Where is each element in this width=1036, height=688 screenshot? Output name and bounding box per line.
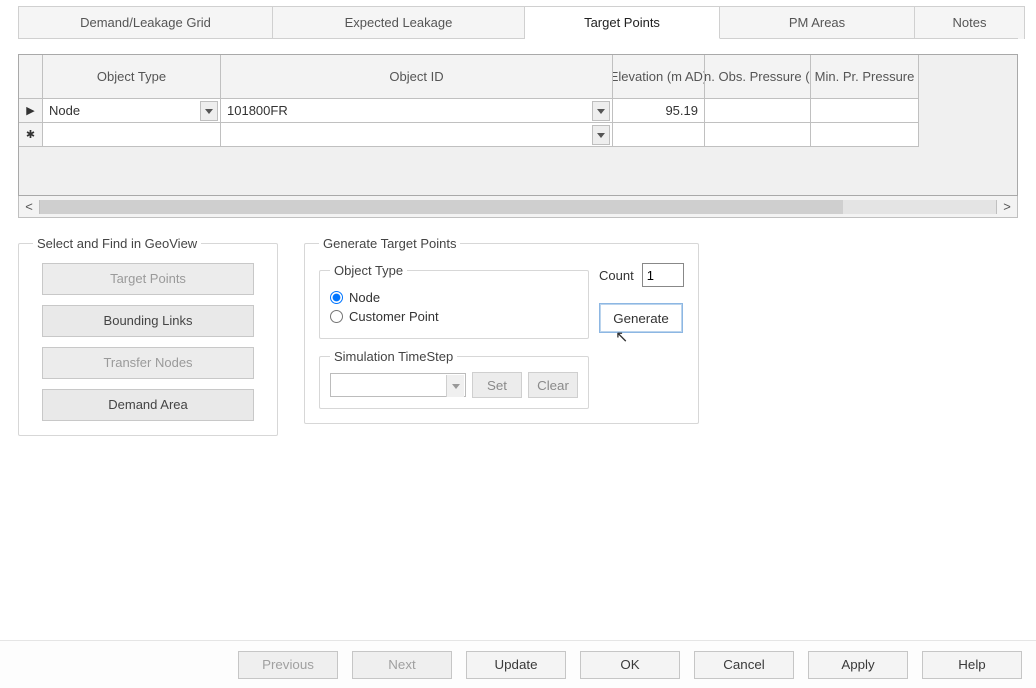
simulation-timestep-legend: Simulation TimeStep (330, 349, 457, 364)
dropdown-icon[interactable] (592, 101, 610, 121)
radio-node-label: Node (349, 290, 380, 305)
demand-area-button[interactable]: Demand Area (42, 389, 254, 421)
dropdown-icon[interactable] (446, 375, 464, 397)
table-row[interactable]: ▶ Node 101800FR 95.19 (19, 99, 1017, 123)
count-label: Count (599, 268, 634, 283)
grid-hscrollbar[interactable]: < > (18, 196, 1018, 218)
row-indicator-current-icon: ▶ (19, 99, 43, 123)
next-button: Next (352, 651, 452, 679)
help-button[interactable]: Help (922, 651, 1022, 679)
target-points-grid: Object Type Object ID Elevation (m AD) M… (18, 54, 1018, 218)
generate-button[interactable]: Generate (599, 303, 683, 333)
grid-header-object-id[interactable]: Object ID (221, 55, 613, 99)
dropdown-icon[interactable] (200, 101, 218, 121)
geoview-legend: Select and Find in GeoView (33, 236, 201, 251)
table-row-new[interactable]: ✱ (19, 123, 1017, 147)
tab-notes[interactable]: Notes (915, 6, 1025, 39)
tab-pm-areas[interactable]: PM Areas (720, 6, 915, 39)
dropdown-icon[interactable] (592, 125, 610, 145)
geoview-group: Select and Find in GeoView Target Points… (18, 236, 278, 436)
cell-object-type[interactable] (43, 123, 221, 147)
object-type-group: Object Type Node Customer Point (319, 263, 589, 339)
tab-demand-leakage-grid[interactable]: Demand/Leakage Grid (18, 6, 273, 39)
scroll-thumb[interactable] (40, 200, 843, 214)
grid-header-elevation[interactable]: Elevation (m AD) (613, 55, 705, 99)
radio-node-input[interactable] (330, 291, 343, 304)
cell-object-type-value: Node (49, 103, 80, 118)
cell-object-id[interactable] (221, 123, 613, 147)
tab-target-points[interactable]: Target Points (525, 6, 720, 39)
scroll-track[interactable] (39, 200, 997, 214)
clear-button: Clear (528, 372, 578, 398)
cell-min-obs[interactable] (705, 99, 811, 123)
set-button: Set (472, 372, 522, 398)
row-indicator-new-icon: ✱ (19, 123, 43, 147)
previous-button: Previous (238, 651, 338, 679)
update-button[interactable]: Update (466, 651, 566, 679)
tab-strip: Demand/Leakage Grid Expected Leakage Tar… (18, 6, 1018, 39)
tab-expected-leakage[interactable]: Expected Leakage (273, 6, 525, 39)
object-type-legend: Object Type (330, 263, 407, 278)
radio-node[interactable]: Node (330, 290, 578, 305)
ok-button[interactable]: OK (580, 651, 680, 679)
cell-object-id[interactable]: 101800FR (221, 99, 613, 123)
grid-header-min-pr[interactable]: Min. Pr. Pressure (811, 55, 919, 99)
cell-min-pr[interactable] (811, 123, 919, 147)
simulation-timestep-combo[interactable] (330, 373, 466, 397)
generate-legend: Generate Target Points (319, 236, 460, 251)
scroll-left-icon[interactable]: < (19, 199, 39, 214)
generate-target-points-group: Generate Target Points Object Type Node … (304, 236, 699, 424)
dialog-footer: Previous Next Update OK Cancel Apply Hel… (0, 640, 1036, 688)
scroll-right-icon[interactable]: > (997, 199, 1017, 214)
cell-min-pr[interactable] (811, 99, 919, 123)
transfer-nodes-button: Transfer Nodes (42, 347, 254, 379)
grid-header-object-type[interactable]: Object Type (43, 55, 221, 99)
cancel-button[interactable]: Cancel (694, 651, 794, 679)
cell-object-type[interactable]: Node (43, 99, 221, 123)
bounding-links-button[interactable]: Bounding Links (42, 305, 254, 337)
radio-customer-label: Customer Point (349, 309, 439, 324)
cell-min-obs[interactable] (705, 123, 811, 147)
radio-customer-point[interactable]: Customer Point (330, 309, 578, 324)
cell-elevation[interactable]: 95.19 (613, 99, 705, 123)
grid-header-min-obs[interactable]: Min. Obs. Pressure (m) (705, 55, 811, 99)
cell-object-id-value: 101800FR (227, 103, 288, 118)
count-input[interactable] (642, 263, 684, 287)
simulation-timestep-group: Simulation TimeStep Set Clear (319, 349, 589, 409)
grid-header-handle (19, 55, 43, 99)
apply-button[interactable]: Apply (808, 651, 908, 679)
cell-elevation[interactable] (613, 123, 705, 147)
target-points-button: Target Points (42, 263, 254, 295)
radio-customer-input[interactable] (330, 310, 343, 323)
